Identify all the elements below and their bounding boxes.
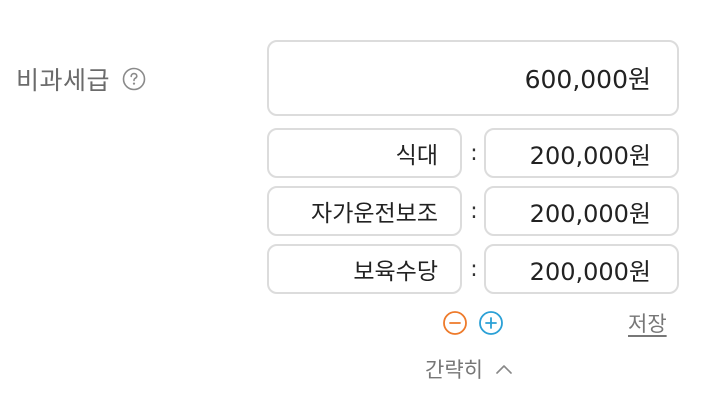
- item-amount-value: 200,000원: [529, 199, 651, 228]
- item-separator: :: [470, 140, 478, 166]
- collapse-label: 간략히: [425, 358, 483, 382]
- tax-exempt-label-group: 비과세급: [16, 60, 146, 98]
- remove-item-button[interactable]: [442, 310, 468, 336]
- item-name-value: 보육수당: [353, 259, 438, 285]
- total-amount-value: 600,000원: [524, 65, 651, 94]
- save-link[interactable]: 저장: [628, 308, 667, 338]
- item-separator: :: [470, 198, 478, 224]
- item-row: 자가운전보조 : 200,000원: [267, 186, 679, 236]
- item-separator: :: [470, 256, 478, 282]
- item-name-field[interactable]: 보육수당: [267, 244, 462, 294]
- item-row: 식대 : 200,000원: [267, 128, 679, 178]
- item-name-value: 식대: [395, 143, 438, 169]
- item-amount-value: 200,000원: [529, 141, 651, 170]
- item-name-field[interactable]: 자가운전보조: [267, 186, 462, 236]
- item-amount-field[interactable]: 200,000원: [484, 128, 679, 178]
- plus-circle-icon: [479, 311, 503, 335]
- total-amount-field[interactable]: 600,000원: [267, 40, 679, 116]
- item-amount-field[interactable]: 200,000원: [484, 244, 679, 294]
- collapse-toggle[interactable]: 간략히: [425, 354, 513, 384]
- question-circle-icon[interactable]: [122, 67, 146, 91]
- minus-circle-icon: [443, 311, 467, 335]
- item-name-value: 자가운전보조: [311, 201, 438, 227]
- item-amount-value: 200,000원: [529, 257, 651, 286]
- item-name-field[interactable]: 식대: [267, 128, 462, 178]
- chevron-up-icon: [495, 363, 513, 375]
- field-label: 비과세급: [16, 66, 111, 95]
- add-item-button[interactable]: [478, 310, 504, 336]
- item-amount-field[interactable]: 200,000원: [484, 186, 679, 236]
- item-row: 보육수당 : 200,000원: [267, 244, 679, 294]
